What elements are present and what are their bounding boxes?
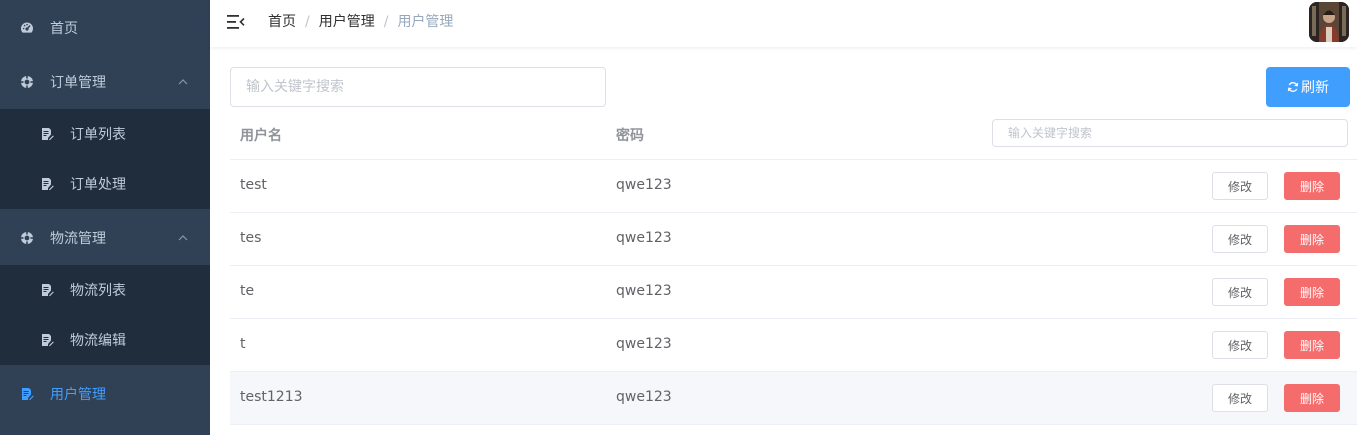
document-edit-icon — [42, 128, 54, 141]
sidebar-item-order-management[interactable]: 订单管理 — [0, 54, 210, 110]
cell-password: qwe123 — [616, 283, 672, 299]
table-row: t qwe123 修改 删除 — [230, 319, 1357, 372]
sidebar-item-label: 订单列表 — [70, 127, 126, 143]
sidebar-item-order-list[interactable]: 订单列表 — [0, 109, 210, 159]
chevron-up-icon — [178, 235, 188, 241]
sidebar-item-label: 物流列表 — [70, 283, 126, 299]
table-row: te qwe123 修改 删除 — [230, 266, 1357, 319]
table-row: tes qwe123 修改 删除 — [230, 213, 1357, 266]
sidebar-item-label: 物流管理 — [50, 231, 106, 247]
edit-button[interactable]: 修改 — [1212, 331, 1268, 359]
settings-icon — [20, 231, 34, 245]
sidebar-item-user-management[interactable]: 用户管理 — [0, 366, 210, 422]
document-edit-icon — [42, 178, 54, 191]
sidebar-item-label: 订单处理 — [70, 177, 126, 193]
table-row: test qwe123 修改 删除 — [230, 160, 1357, 213]
chevron-up-icon — [178, 79, 188, 85]
breadcrumb-user-management[interactable]: 用户管理 — [319, 13, 375, 31]
table-row: test1213 qwe123 修改 删除 — [230, 372, 1357, 425]
edit-button[interactable]: 修改 — [1212, 278, 1268, 306]
breadcrumb-separator: / — [383, 14, 389, 30]
breadcrumb: 首页 / 用户管理 / 用户管理 — [268, 13, 453, 31]
column-header-username: 用户名 — [240, 128, 282, 144]
delete-button[interactable]: 删除 — [1284, 172, 1340, 200]
breadcrumb-home[interactable]: 首页 — [268, 13, 296, 31]
cell-username: test1213 — [240, 389, 303, 405]
refresh-button[interactable]: 刷新 — [1266, 67, 1350, 107]
edit-button[interactable]: 修改 — [1212, 172, 1268, 200]
document-edit-icon — [42, 334, 54, 347]
refresh-button-label: 刷新 — [1301, 80, 1329, 96]
sidebar-item-logistics-management[interactable]: 物流管理 — [0, 210, 210, 266]
dashboard-icon — [21, 22, 34, 33]
cell-username: t — [240, 336, 246, 352]
sidebar-item-logistics-list[interactable]: 物流列表 — [0, 265, 210, 315]
cell-username: tes — [240, 230, 262, 246]
table-search-input[interactable] — [992, 119, 1348, 147]
breadcrumb-current: 用户管理 — [397, 14, 454, 30]
search-input[interactable] — [230, 67, 606, 107]
delete-button[interactable]: 删除 — [1284, 331, 1340, 359]
sidebar-item-logistics-edit[interactable]: 物流编辑 — [0, 315, 210, 365]
edit-button[interactable]: 修改 — [1212, 384, 1268, 412]
breadcrumb-separator: / — [305, 14, 310, 30]
sidebar-item-label: 订单管理 — [50, 75, 106, 91]
edit-button[interactable]: 修改 — [1212, 225, 1268, 253]
sidebar-item-label: 首页 — [50, 21, 78, 37]
table-header: 用户名 密码 — [230, 107, 1357, 160]
settings-icon — [20, 75, 34, 89]
delete-button[interactable]: 删除 — [1284, 278, 1340, 306]
sidebar: 首页 订单管理 订单列表 订单处理 物流管理 物流列表 物流编辑 用户管理 — [0, 0, 210, 435]
refresh-icon — [1287, 82, 1299, 92]
menu-fold-icon[interactable] — [227, 14, 245, 30]
document-edit-icon — [22, 388, 34, 401]
avatar[interactable] — [1309, 2, 1349, 42]
cell-username: test — [240, 177, 267, 193]
delete-button[interactable]: 删除 — [1284, 384, 1340, 412]
sidebar-item-label: 物流编辑 — [70, 333, 126, 349]
sidebar-item-label: 用户管理 — [50, 387, 106, 403]
sidebar-item-home[interactable]: 首页 — [0, 0, 210, 56]
user-table: 用户名 密码 test qwe123 修改 删除 tes qwe123 修改 删… — [230, 107, 1357, 425]
column-header-password: 密码 — [616, 128, 644, 144]
sidebar-item-order-processing[interactable]: 订单处理 — [0, 159, 210, 209]
avatar-image — [1309, 2, 1349, 42]
cell-password: qwe123 — [616, 177, 672, 193]
cell-password: qwe123 — [616, 389, 672, 405]
cell-password: qwe123 — [616, 230, 672, 246]
document-edit-icon — [42, 284, 54, 297]
cell-password: qwe123 — [616, 336, 672, 352]
navbar: 首页 / 用户管理 / 用户管理 — [210, 0, 1357, 47]
delete-button[interactable]: 删除 — [1284, 225, 1340, 253]
cell-username: te — [240, 283, 255, 299]
